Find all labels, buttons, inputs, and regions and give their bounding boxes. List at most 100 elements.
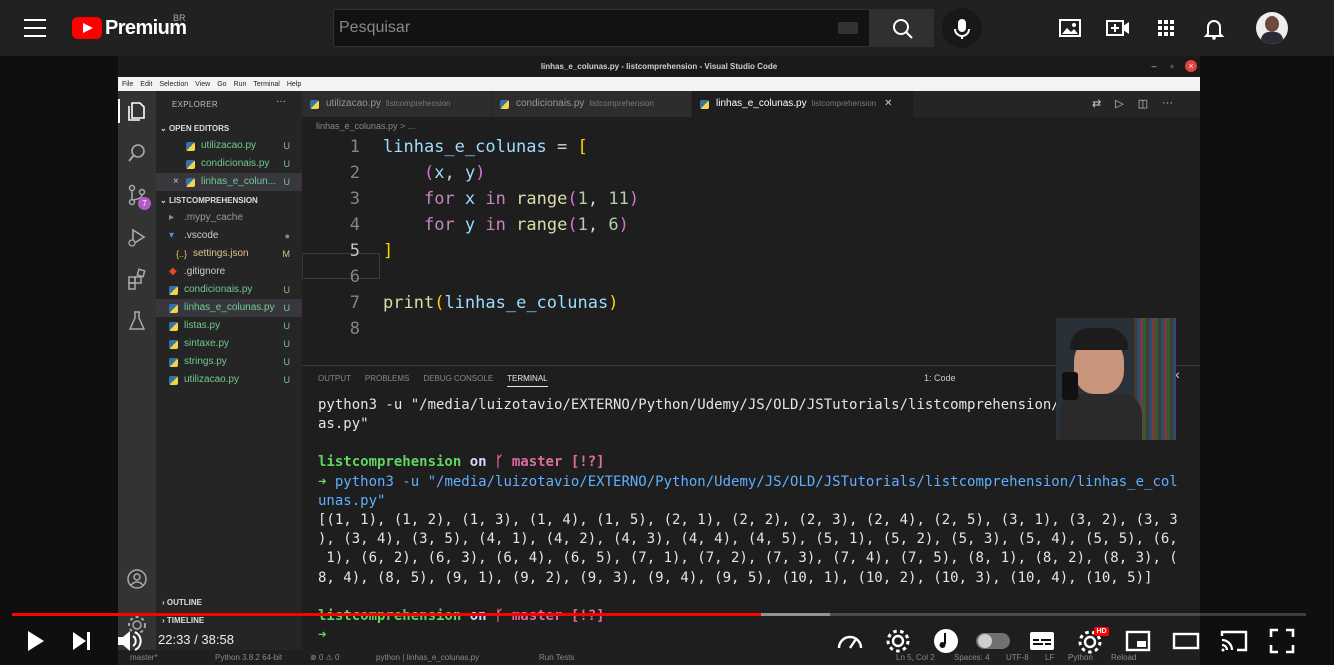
menu-icon[interactable] (24, 19, 46, 37)
cast-icon[interactable] (1219, 626, 1249, 656)
status-file-crumb: python | linhas_e_colunas.py (376, 653, 480, 662)
open-editor-name: linhas_e_colun... (201, 176, 277, 187)
music-note-icon[interactable] (931, 626, 961, 656)
menu-selection[interactable]: Selection (159, 81, 188, 88)
restore-icon[interactable]: ▫ (1166, 60, 1178, 72)
more-actions-icon[interactable]: ··· (276, 96, 286, 107)
folder-header[interactable]: ⌄ LISTCOMPREHENSION (160, 196, 258, 205)
code-line: ] (383, 241, 394, 261)
file-item[interactable]: utilizacao.py U (156, 371, 302, 389)
extensions-icon[interactable] (125, 267, 149, 291)
python-interpreter[interactable]: Python 3.8.2 64-bit (215, 653, 282, 662)
run-tests-button[interactable]: Run Tests (539, 653, 574, 662)
outline-header[interactable]: › OUTLINE (162, 598, 202, 607)
python-file-icon (186, 160, 195, 169)
create-video-icon[interactable] (1104, 14, 1132, 42)
tab-linhas-e-colunas[interactable]: linhas_e_colunas.py listcomprehension ✕ (692, 91, 914, 117)
close-editor-icon[interactable]: × (173, 173, 179, 191)
problems-count[interactable]: ⊗ 0 ⚠ 0 (310, 653, 339, 662)
play-icon[interactable] (20, 626, 50, 656)
file-item[interactable]: ▸ .mypy_cache (156, 209, 302, 227)
played-bar (12, 613, 762, 616)
testing-icon[interactable] (125, 309, 149, 333)
progress-bar[interactable] (12, 613, 1306, 616)
close-tab-icon[interactable]: ✕ (884, 98, 892, 109)
open-editor-item[interactable]: condicionais.py U (156, 155, 302, 173)
speed-icon[interactable] (835, 626, 865, 656)
volume-icon[interactable] (114, 626, 144, 656)
python-file-icon (169, 322, 178, 331)
time-display: 22:33 / 38:58 (158, 632, 234, 647)
apps-icon[interactable] (1152, 14, 1180, 42)
account-icon[interactable] (125, 567, 149, 591)
line-number: 7 (349, 293, 360, 313)
open-editor-item[interactable]: × linhas_e_colun... U (156, 173, 302, 191)
settings-icon[interactable] (883, 626, 913, 656)
search-icon[interactable] (125, 141, 149, 165)
run-file-icon[interactable]: ▷ (1115, 97, 1123, 110)
prompt-flags: [!?] (562, 454, 605, 471)
file-item[interactable]: linhas_e_colunas.py U (156, 299, 302, 317)
keyboard-icon[interactable] (838, 22, 858, 34)
file-item[interactable]: strings.py U (156, 353, 302, 371)
search-box[interactable] (333, 9, 870, 47)
search-button[interactable] (870, 9, 934, 47)
line-number: 3 (349, 189, 360, 209)
file-item[interactable]: listas.py U (156, 317, 302, 335)
file-name: sintaxe.py (184, 338, 230, 349)
line-number: 1 (349, 137, 360, 157)
autoplay-toggle[interactable] (976, 633, 1010, 649)
encoding[interactable]: UTF-8 (1006, 653, 1029, 662)
breadcrumb[interactable]: linhas_e_colunas.py > ... (316, 121, 415, 131)
tab-condicionais[interactable]: condicionais.py listcomprehension (492, 91, 692, 117)
file-item[interactable]: sintaxe.py U (156, 335, 302, 353)
explorer-icon[interactable] (125, 99, 149, 123)
menu-help[interactable]: Help (287, 81, 301, 88)
image-icon[interactable] (1056, 14, 1084, 42)
menu-terminal[interactable]: Terminal (253, 81, 279, 88)
menu-run[interactable]: Run (234, 81, 247, 88)
next-icon[interactable] (67, 626, 97, 656)
split-editor-icon[interactable]: ◫ (1138, 97, 1148, 110)
tab-problems[interactable]: PROBLEMS (365, 374, 409, 387)
more-icon[interactable]: ··· (1162, 97, 1173, 110)
notifications-icon[interactable] (1200, 14, 1228, 42)
code-line: print(linhas_e_colunas) (383, 293, 619, 313)
fullscreen-icon[interactable] (1267, 626, 1297, 656)
youtube-logo[interactable]: Premium BR (72, 13, 187, 40)
menu-edit[interactable]: Edit (140, 81, 152, 88)
compare-icon[interactable]: ⇄ (1092, 97, 1101, 110)
timeline-header[interactable]: › TIMELINE (162, 616, 204, 625)
hd-badge: HD (1094, 627, 1109, 636)
voice-search-button[interactable] (942, 8, 982, 48)
terminal-select[interactable]: 1: Code (924, 373, 956, 383)
activity-bar: 7 (118, 91, 156, 665)
minimize-icon[interactable]: – (1148, 60, 1160, 72)
tab-debug-console[interactable]: DEBUG CONSOLE (423, 374, 493, 387)
terminal-line: ), (3, 4), (3, 5), (4, 1), (4, 2), (4, 3… (318, 531, 1178, 548)
menu-view[interactable]: View (195, 81, 210, 88)
tab-label: utilizacao.py (326, 98, 382, 109)
file-item[interactable]: condicionais.py U (156, 281, 302, 299)
captions-icon[interactable] (1027, 626, 1057, 656)
open-editors-header[interactable]: ⌄ OPEN EDITORS (160, 124, 229, 133)
theater-icon[interactable] (1171, 626, 1201, 656)
python-file-icon (700, 100, 709, 109)
file-item[interactable]: ◆ .gitignore (156, 263, 302, 281)
file-item[interactable]: {..} settings.json M (156, 245, 302, 263)
run-debug-icon[interactable] (125, 225, 149, 249)
menu-file[interactable]: File (122, 81, 133, 88)
tab-terminal[interactable]: TERMINAL (507, 374, 548, 387)
video-player[interactable]: linhas_e_colunas.py - listcomprehension … (118, 56, 1200, 665)
tab-utilizacao[interactable]: utilizacao.py listcomprehension (302, 91, 492, 117)
open-editor-item[interactable]: utilizacao.py U (156, 137, 302, 155)
close-icon[interactable]: × (1185, 60, 1197, 72)
terminal-line: [(1, 1), (1, 2), (1, 3), (1, 4), (1, 5),… (318, 512, 1178, 529)
search-input[interactable] (334, 10, 869, 46)
avatar[interactable] (1256, 12, 1288, 44)
miniplayer-icon[interactable] (1123, 626, 1153, 656)
menu-go[interactable]: Go (217, 81, 226, 88)
file-item[interactable]: ▾ .vscode ● (156, 227, 302, 245)
code-line: linhas_e_colunas = [ (383, 137, 588, 157)
tab-output[interactable]: OUTPUT (318, 374, 351, 387)
